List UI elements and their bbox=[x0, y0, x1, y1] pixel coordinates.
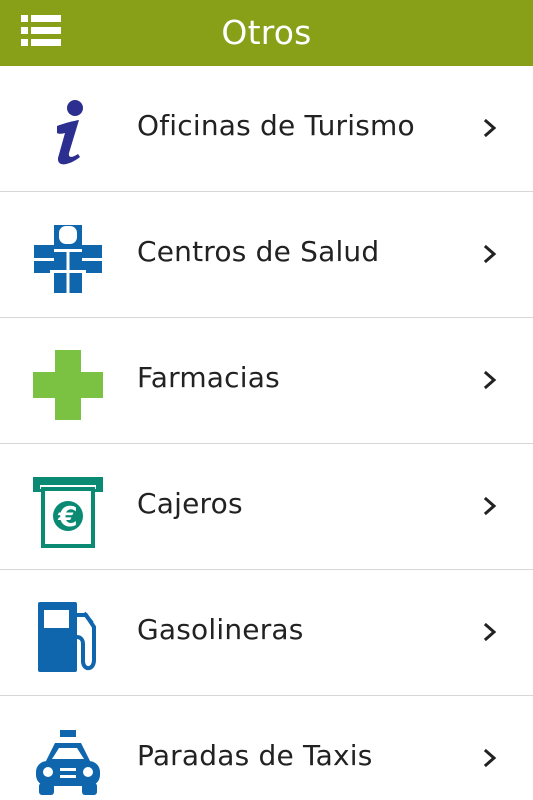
pharmacy-cross-icon bbox=[30, 347, 106, 423]
item-label: Farmacias bbox=[137, 361, 280, 394]
chevron-right-icon bbox=[480, 370, 500, 390]
svg-text:€: € bbox=[57, 500, 77, 533]
chevron-right-icon bbox=[480, 748, 500, 768]
list-item-cajeros[interactable]: € Cajeros bbox=[0, 444, 533, 570]
health-center-cross-icon bbox=[30, 221, 106, 297]
page-title: Otros bbox=[221, 13, 312, 52]
atm-euro-icon: € bbox=[30, 473, 106, 549]
item-label: Cajeros bbox=[137, 487, 243, 520]
services-list: Oficinas de Turismo Centros de Salud Far… bbox=[0, 66, 533, 800]
header-bar: Otros bbox=[0, 0, 533, 66]
chevron-right-icon bbox=[480, 622, 500, 642]
list-item-centros-de-salud[interactable]: Centros de Salud bbox=[0, 192, 533, 318]
app-screen: Otros Oficinas de Turismo Centros de Sal… bbox=[0, 0, 533, 800]
chevron-right-icon bbox=[480, 496, 500, 516]
item-label: Gasolineras bbox=[137, 613, 304, 646]
information-icon bbox=[30, 95, 106, 171]
item-label: Centros de Salud bbox=[137, 235, 380, 268]
fuel-pump-icon bbox=[30, 599, 106, 675]
list-item-paradas-de-taxis[interactable]: Paradas de Taxis bbox=[0, 696, 533, 800]
taxi-icon bbox=[30, 725, 106, 800]
list-item-oficinas-de-turismo[interactable]: Oficinas de Turismo bbox=[0, 66, 533, 192]
item-label: Oficinas de Turismo bbox=[137, 109, 415, 142]
chevron-right-icon bbox=[480, 118, 500, 138]
item-label: Paradas de Taxis bbox=[137, 739, 373, 772]
list-item-farmacias[interactable]: Farmacias bbox=[0, 318, 533, 444]
list-item-gasolineras[interactable]: Gasolineras bbox=[0, 570, 533, 696]
chevron-right-icon bbox=[480, 244, 500, 264]
